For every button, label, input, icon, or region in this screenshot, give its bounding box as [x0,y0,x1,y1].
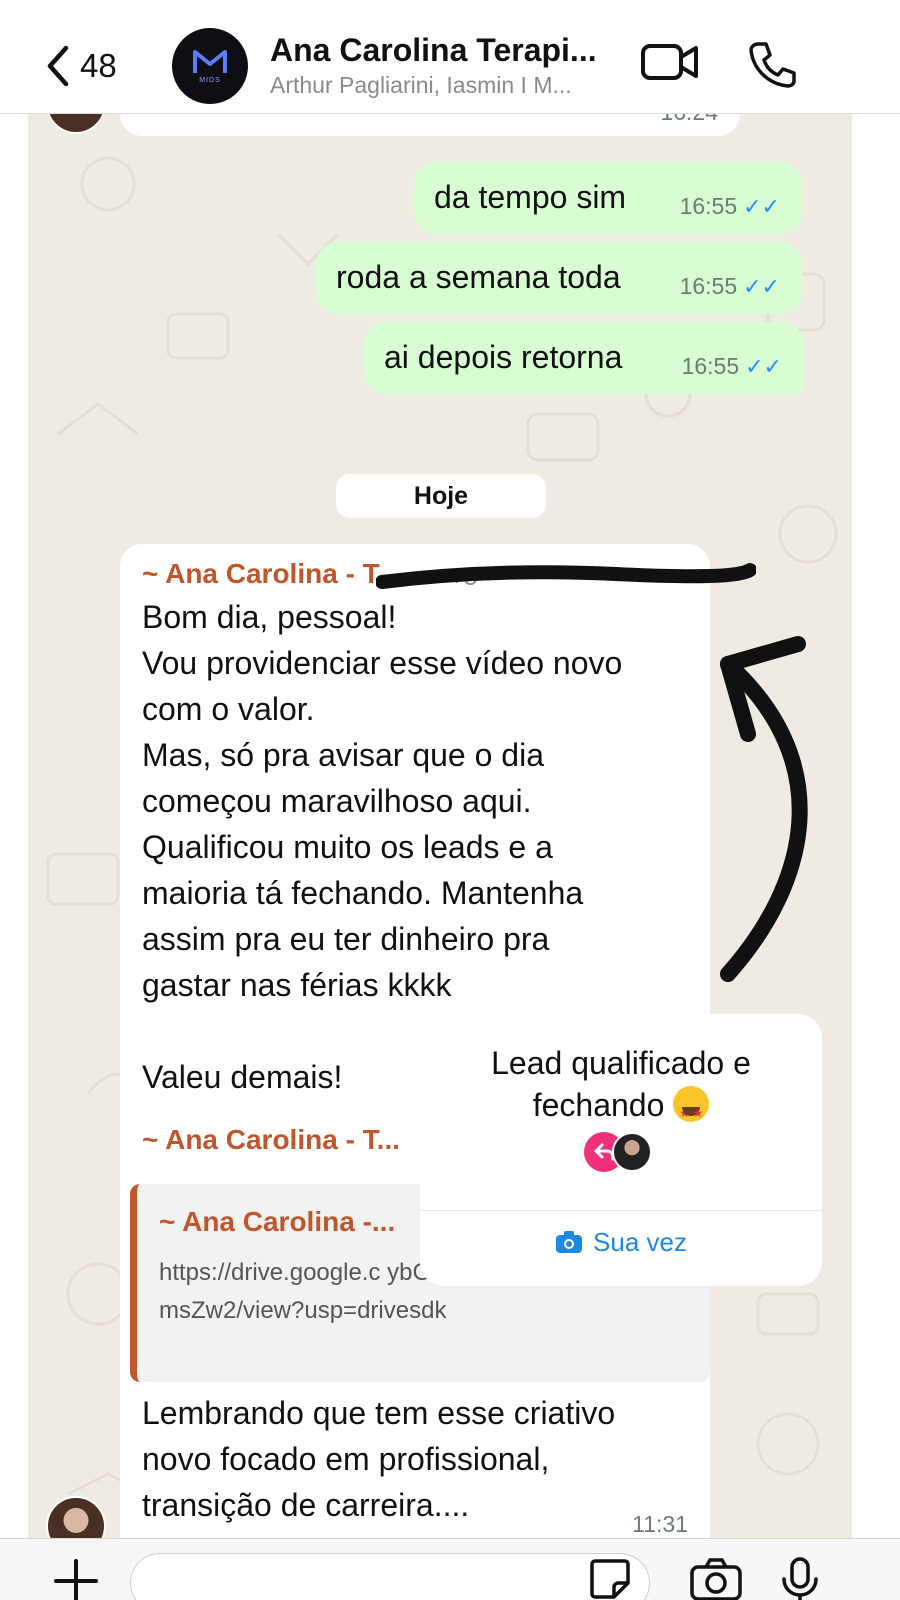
your-turn-label: Sua vez [593,1226,687,1257]
redaction-scribble [376,563,756,589]
voice-call-button[interactable] [748,40,796,88]
message-line: maioria tá fechando. Mantenha [142,875,584,911]
reaction-line-2: fechando [420,1084,822,1134]
message-time: 16:55 [681,353,740,379]
back-button[interactable]: 48 [44,44,117,88]
message-meta: 16:55 ✓✓ [680,273,780,300]
chat-subtitle[interactable]: Arthur Pagliarini, Iasmin I M... [270,72,620,99]
message-text: da tempo sim [434,179,627,215]
chat-title[interactable]: Ana Carolina Terapi... [270,32,620,69]
star-struck-emoji-icon [673,1086,710,1134]
composer-bar [0,1538,900,1600]
sticker-icon [590,1559,630,1599]
camera-icon [556,1231,583,1253]
reaction-line: Lead qualificado e [491,1045,751,1081]
attach-button[interactable] [54,1557,98,1600]
unread-count: 48 [80,47,117,84]
hand-drawn-arrow [720,636,808,982]
participant-avatar [612,1132,652,1172]
avatar-label: MIDS [199,76,221,84]
message-input[interactable] [130,1553,650,1600]
camera-icon [690,1558,742,1600]
video-call-icon [641,44,698,80]
microphone-button[interactable] [780,1557,820,1600]
message-time: 11:31 [632,1511,688,1537]
message-line: assim pra eu ter dinheiro pra [142,921,550,957]
message-line: Vou providenciar esse vídeo novo [142,645,623,681]
message-line: Bom dia, pessoal! [142,599,397,635]
message-time: 16:24 [660,114,718,126]
group-avatar[interactable]: MIDS [172,28,248,104]
your-turn-button[interactable]: Sua vez [420,1222,822,1262]
reaction-card[interactable]: Lead qualificado e fechando Sua vez [420,1014,822,1286]
message-text: roda a semana toda [336,259,621,295]
chat-header: 48 MIDS Ana Carolina Terapi... Arthur Pa… [0,0,900,114]
outgoing-message[interactable]: roda a semana toda 16:55 ✓✓ [316,242,802,314]
message-meta: 16:55 ✓✓ [680,193,780,220]
camera-button[interactable] [690,1557,742,1600]
message-line: transição de carreira.... [142,1487,470,1523]
video-call-button[interactable] [640,40,700,84]
quoted-sender: ~ Ana Carolina -... [159,1206,396,1237]
microphone-icon [782,1557,818,1600]
outgoing-message[interactable]: ai depois retorna 16:55 ✓✓ [364,322,804,394]
chat-area[interactable]: 16:24 da tempo sim 16:55✓✓ roda a semana… [28,114,852,1538]
double-check-icon: ✓✓ [745,353,782,379]
mids-logo-icon [193,49,227,73]
phone-icon [749,42,796,88]
message-line: com o valor. [142,691,315,727]
message-text: ai depois retorna [384,339,623,375]
sender-name[interactable]: ~ Ana Carolina - T... [142,1124,400,1156]
message-meta: 16:55 ✓✓ [682,353,782,380]
plus-icon [54,1559,98,1600]
message-line: Lembrando que tem esse criativo [142,1395,616,1431]
chevron-left-icon [47,45,69,87]
message-time: 16:55 [679,193,738,219]
message-body: Lembrando que tem esse criativo novo foc… [142,1390,702,1528]
message-line: Qualificou muito os leads e a [142,829,553,865]
reaction-text: Lead qualificado e fechando [420,1042,822,1134]
divider [420,1210,822,1211]
reaction-participants[interactable] [584,1132,664,1174]
message-line: gastar nas férias kkkk [142,967,452,1003]
message-line: começou maravilhoso aqui. [142,783,532,819]
double-check-icon: ✓✓ [743,193,780,219]
message-time: 16:55 [679,273,738,299]
double-check-icon: ✓✓ [743,273,780,299]
sender-name[interactable]: ~ Ana Carolina - T... [142,558,400,590]
previous-message-bubble[interactable]: 16:24 [120,114,740,136]
outgoing-message[interactable]: da tempo sim 16:55 ✓✓ [414,162,802,234]
message-line: Mas, só pra avisar que o dia [142,737,544,773]
date-divider: Hoje [336,474,546,518]
sticker-button[interactable] [588,1557,632,1600]
message-line: novo focado em profissional, [142,1441,550,1477]
